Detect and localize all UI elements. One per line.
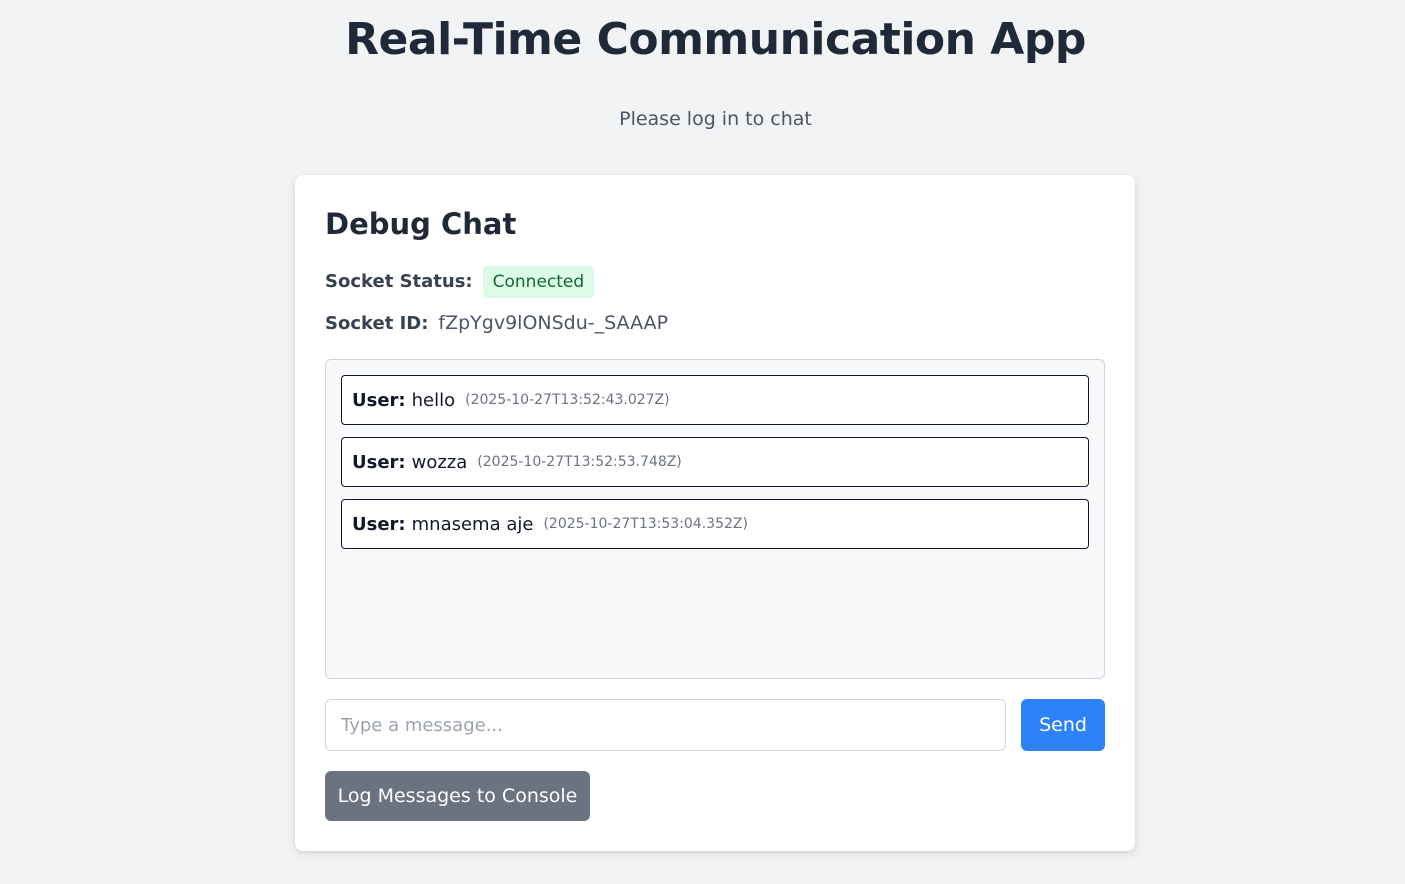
login-prompt: Please log in to chat xyxy=(619,108,812,130)
message-user: User: xyxy=(352,513,406,535)
message-item: User: hello (2025-10-27T13:52:43.027Z) xyxy=(341,375,1089,425)
socket-status-row: Socket Status: Connected xyxy=(325,264,595,299)
debug-chat-card: Debug Chat Socket Status: Connected Sock… xyxy=(295,175,1135,851)
socket-id-value: fZpYgv9lONSdu-_SAAAP xyxy=(438,312,669,334)
message-item: User: wozza (2025-10-27T13:52:53.748Z) xyxy=(341,437,1089,487)
message-list[interactable]: User: hello (2025-10-27T13:52:43.027Z) U… xyxy=(325,359,1105,679)
message-user: User: xyxy=(352,389,406,411)
socket-status-label: Socket Status: xyxy=(325,271,473,292)
socket-id-row: Socket ID: fZpYgv9lONSdu-_SAAAP xyxy=(325,312,668,334)
send-button[interactable]: Send xyxy=(1021,699,1105,751)
message-input[interactable] xyxy=(325,699,1006,751)
debug-chat-title: Debug Chat xyxy=(325,207,517,241)
message-text: hello xyxy=(411,389,456,411)
message-item: User: mnasema aje (2025-10-27T13:53:04.3… xyxy=(341,499,1089,549)
app-title: Real-Time Communication App xyxy=(345,14,1086,65)
message-timestamp: (2025-10-27T13:53:04.352Z) xyxy=(543,516,748,532)
socket-id-label: Socket ID: xyxy=(325,312,429,334)
message-timestamp: (2025-10-27T13:52:53.748Z) xyxy=(477,454,682,470)
message-text: wozza xyxy=(411,451,468,473)
log-messages-button[interactable]: Log Messages to Console xyxy=(325,771,590,821)
message-text: mnasema aje xyxy=(411,513,534,535)
page: Real-Time Communication App Please log i… xyxy=(0,0,1405,884)
message-user: User: xyxy=(352,451,406,473)
message-timestamp: (2025-10-27T13:52:43.027Z) xyxy=(465,392,670,408)
status-badge: Connected xyxy=(482,265,595,298)
